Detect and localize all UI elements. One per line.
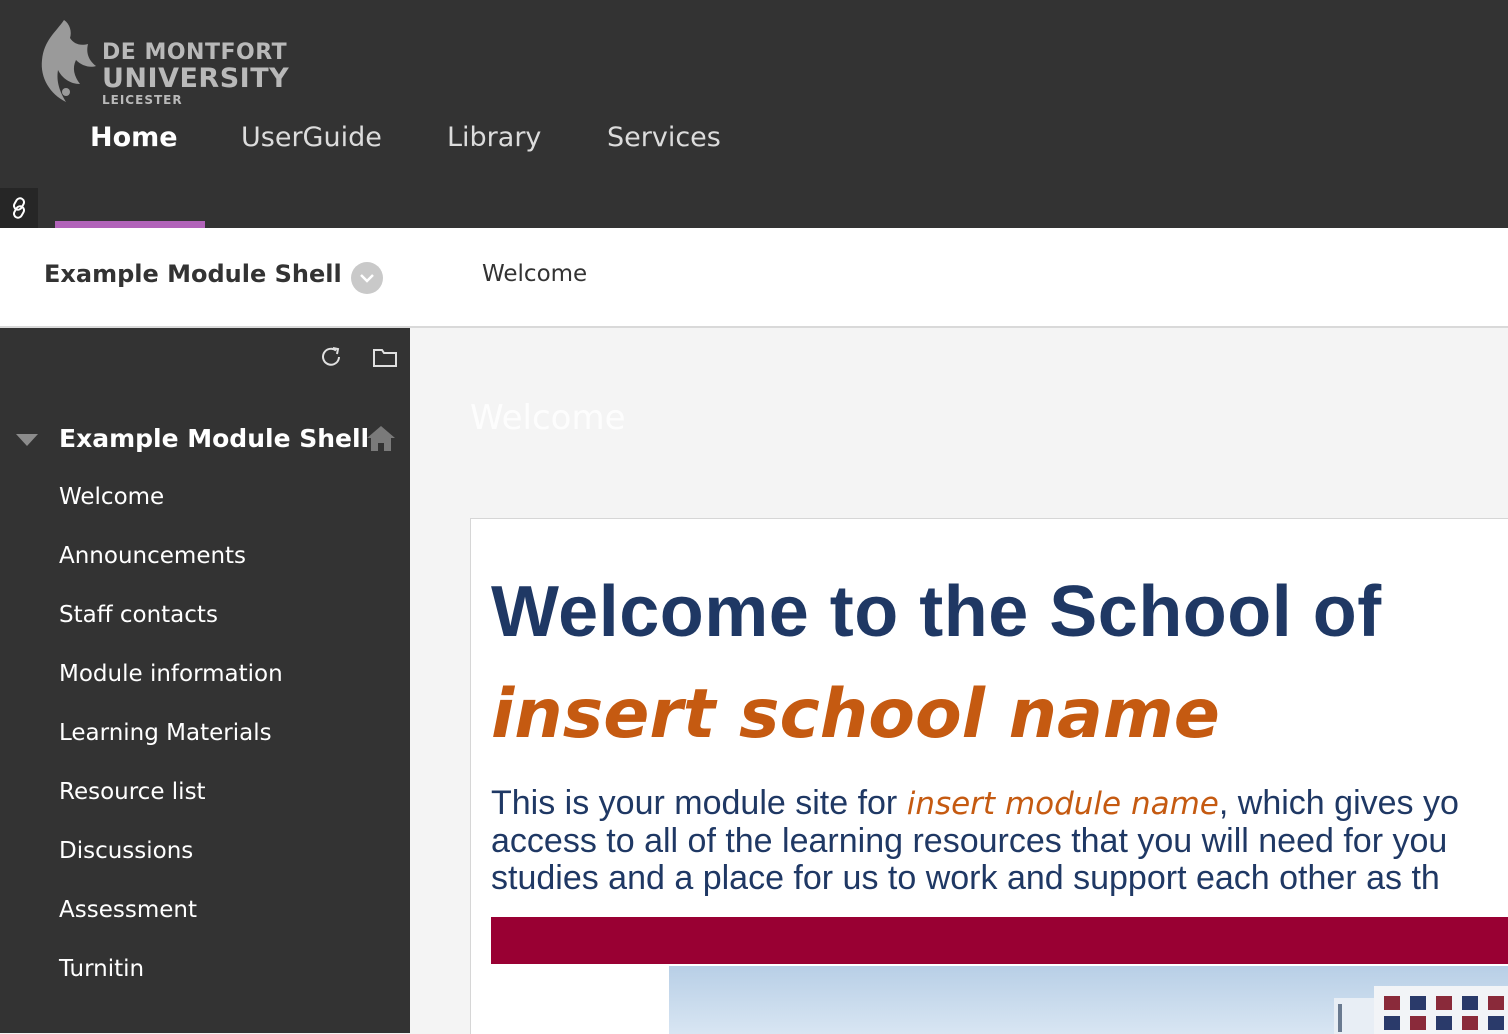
nav-tab-library[interactable]: Library: [447, 122, 541, 153]
intro-text-line3: studies and a place for us to work and s…: [491, 859, 1440, 897]
folder-view-button[interactable]: [370, 342, 400, 372]
course-bar: Example Module Shell Welcome: [0, 228, 1508, 329]
folder-icon: [373, 349, 397, 367]
sidebar-course-title: Example Module Shell: [59, 424, 370, 453]
course-menu-sidebar: Example Module Shell Welcome Announcemen…: [0, 328, 410, 1033]
sidebar-menu-list: Welcome Announcements Staff contacts Mod…: [59, 484, 283, 1015]
sidebar-item-turnitin[interactable]: Turnitin: [59, 956, 283, 1015]
sidebar-item-module-information[interactable]: Module information: [59, 661, 283, 720]
logo-line-1: DE MONTFORT: [102, 40, 288, 65]
module-name-placeholder: insert module name: [906, 786, 1219, 822]
sidebar-item-announcements[interactable]: Announcements: [59, 543, 283, 602]
active-tab-indicator: [55, 221, 205, 228]
sidebar-item-resource-list[interactable]: Resource list: [59, 779, 283, 838]
refresh-icon: [322, 347, 340, 366]
welcome-heading: Welcome to the School of: [491, 572, 1382, 652]
campus-building-image: [1334, 986, 1508, 1034]
course-title[interactable]: Example Module Shell: [44, 260, 342, 288]
nav-tab-home[interactable]: Home: [90, 122, 178, 153]
intro-paragraph: This is your module site for insert modu…: [491, 785, 1508, 897]
sidebar-item-discussions[interactable]: Discussions: [59, 838, 283, 897]
intro-text-line1-end: , which gives yo: [1218, 784, 1459, 822]
nav-tab-services[interactable]: Services: [607, 122, 721, 153]
quick-links-button[interactable]: [0, 188, 38, 228]
lion-crest-icon: [41, 20, 96, 102]
nav-tab-userguide[interactable]: UserGuide: [241, 122, 382, 153]
sidebar-item-welcome[interactable]: Welcome: [59, 484, 283, 543]
sidebar-item-assessment[interactable]: Assessment: [59, 897, 283, 956]
sidebar-item-learning-materials[interactable]: Learning Materials: [59, 720, 283, 779]
school-name-heading: insert school name: [491, 675, 1220, 754]
intro-text-line2: access to all of the learning resources …: [491, 822, 1448, 860]
content-area: Welcome Welcome to the School of insert …: [410, 328, 1508, 1034]
link-icon: [13, 197, 25, 219]
welcome-content-card: Welcome to the School of insert school n…: [470, 518, 1508, 1034]
page-title: Welcome: [470, 398, 626, 438]
breadcrumb: Welcome: [482, 261, 588, 287]
sidebar-tools: [316, 342, 400, 372]
caret-down-icon[interactable]: [16, 434, 38, 448]
intro-text-start: This is your module site for: [491, 784, 907, 822]
refresh-button[interactable]: [316, 342, 346, 372]
top-header: DE MONTFORT UNIVERSITY LEICESTER Home Us…: [0, 0, 1508, 228]
sidebar-item-staff-contacts[interactable]: Staff contacts: [59, 602, 283, 661]
chevron-down-icon: [360, 274, 374, 283]
red-banner-bar: [491, 917, 1508, 964]
campus-banner-image: [669, 966, 1508, 1034]
home-icon[interactable]: [366, 424, 396, 452]
logo-line-2: UNIVERSITY: [102, 63, 290, 94]
university-logo[interactable]: DE MONTFORT UNIVERSITY LEICESTER: [36, 14, 289, 110]
course-menu-button[interactable]: [351, 262, 383, 294]
logo-line-3: LEICESTER: [102, 93, 183, 107]
sidebar-course-header[interactable]: Example Module Shell: [14, 424, 404, 460]
